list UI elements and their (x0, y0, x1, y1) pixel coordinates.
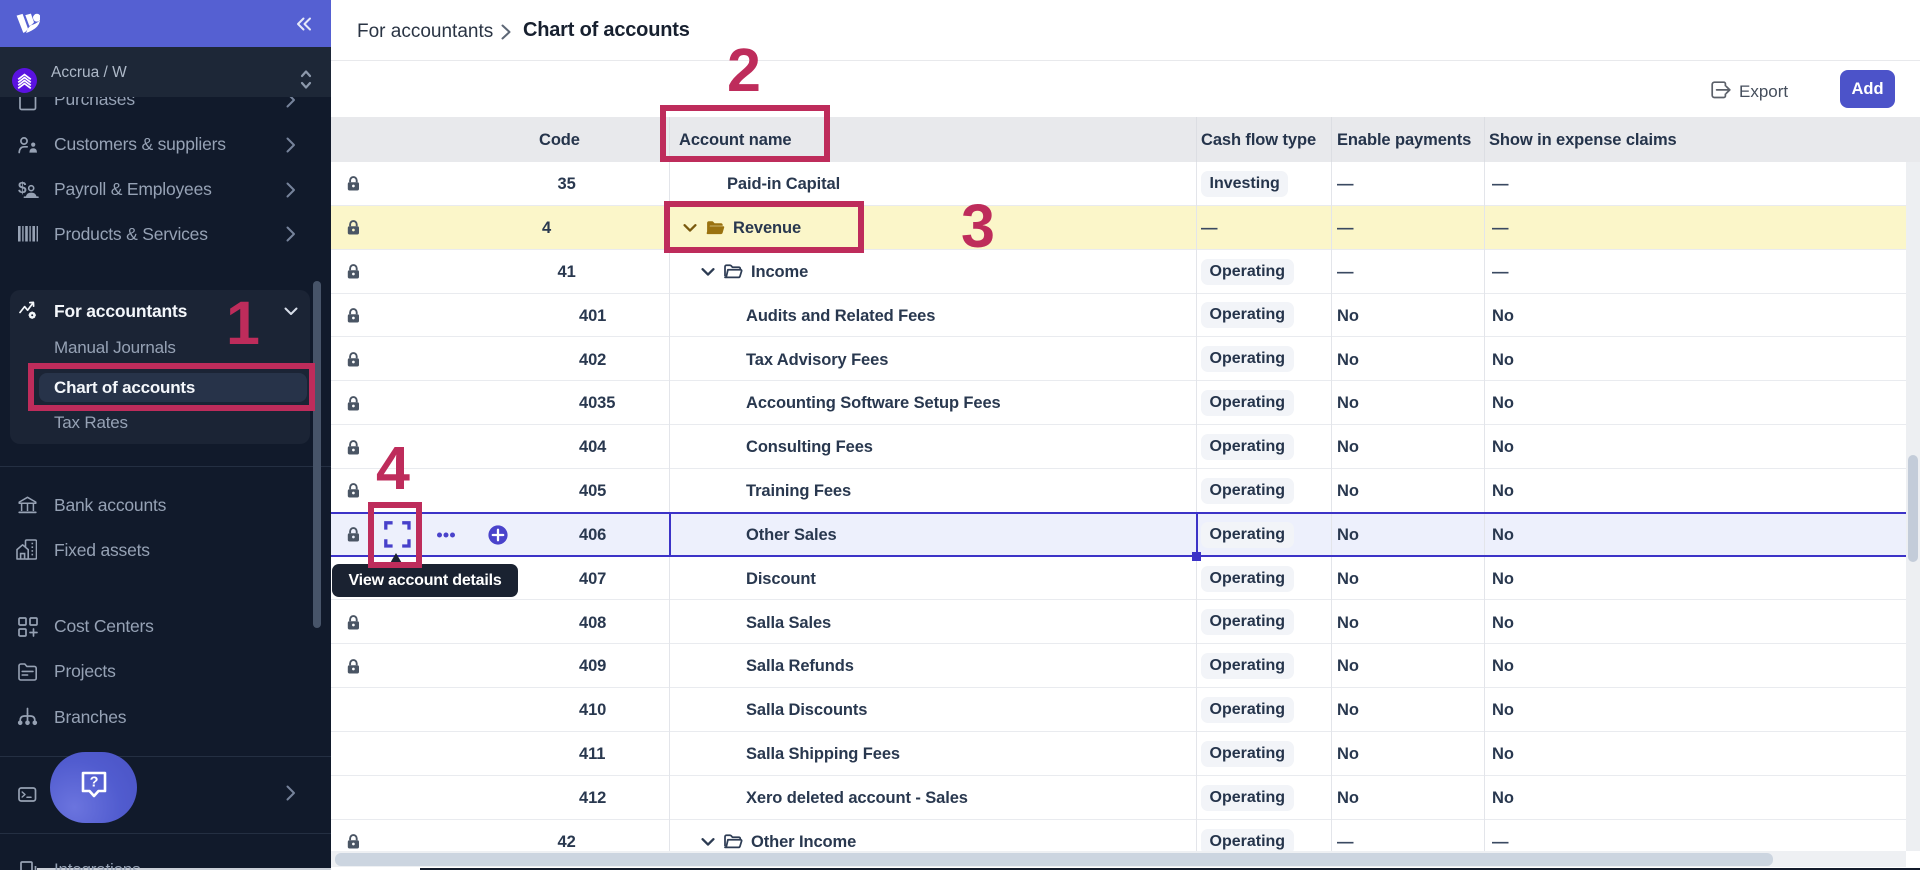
svg-text:?: ? (89, 775, 98, 791)
svg-text:$: $ (18, 180, 27, 197)
